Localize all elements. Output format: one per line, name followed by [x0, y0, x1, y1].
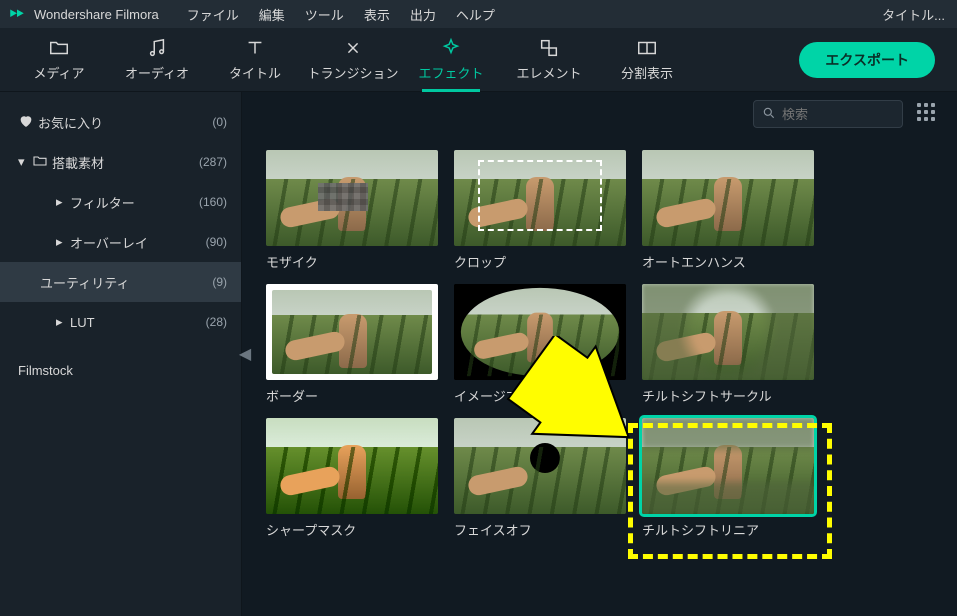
effect-caption: シャープマスク	[266, 520, 444, 539]
effect-caption: クロップ	[454, 252, 632, 271]
effect-item-autoenhance[interactable]: オートエンハンス	[642, 150, 820, 284]
effects-grid: モザイク クロップ オートエンハンス ボーダー イメージマ... チルトシフトサ	[242, 136, 957, 616]
effect-caption: ボーダー	[266, 386, 444, 405]
effect-caption: イメージマ...	[454, 386, 632, 405]
sidebar-item-label: フィルター	[70, 193, 199, 212]
tab-element[interactable]: エレメント	[502, 30, 596, 90]
effect-thumbnail	[642, 418, 814, 514]
effect-thumbnail	[454, 418, 626, 514]
grid-view-icon[interactable]	[917, 103, 939, 125]
sidebar-item-count: (287)	[199, 155, 227, 169]
effect-caption: チルトシフトサークル	[642, 386, 820, 405]
effect-item-imagemask[interactable]: イメージマ...	[454, 284, 632, 418]
tab-label: エフェクト	[418, 63, 483, 82]
sidebar-item-filmstock[interactable]: Filmstock	[0, 350, 241, 390]
tab-label: メディア	[33, 63, 84, 82]
sidebar-item-label: ユーティリティ	[40, 273, 212, 292]
effect-thumbnail	[266, 150, 438, 246]
effect-item-tiltlinear[interactable]: チルトシフトリニア	[642, 418, 820, 552]
app-name: Wondershare Filmora	[34, 7, 159, 22]
tab-label: オーディオ	[125, 63, 189, 82]
export-button[interactable]: エクスポート	[799, 42, 935, 78]
effect-item-border[interactable]: ボーダー	[266, 284, 444, 418]
tab-audio[interactable]: オーディオ	[110, 30, 204, 90]
text-icon	[244, 37, 266, 59]
menubar: ファイル 編集 ツール 表示 出力 ヘルプ	[187, 5, 495, 24]
tab-label: タイトル	[229, 63, 281, 82]
effect-thumbnail	[454, 150, 626, 246]
sidebar-item-count: (0)	[212, 115, 227, 129]
sidebar-item-label: LUT	[70, 315, 206, 330]
tab-transition[interactable]: トランジション	[306, 30, 400, 90]
sidebar-item-lut[interactable]: ▸ LUT (28)	[0, 302, 241, 342]
split-view-icon	[636, 37, 658, 59]
tab-media[interactable]: メディア	[12, 30, 106, 90]
app-logo-icon	[8, 5, 26, 23]
search-box[interactable]	[753, 100, 903, 128]
sidebar-item-label: オーバーレイ	[70, 233, 206, 252]
menu-view[interactable]: 表示	[364, 5, 390, 24]
effects-toolbar	[242, 92, 957, 136]
sidebar-item-filter[interactable]: ▸ フィルター (160)	[0, 182, 241, 222]
folder-icon	[32, 153, 52, 172]
effect-caption: チルトシフトリニア	[642, 520, 820, 539]
sidebar-item-favorites[interactable]: お気に入り (0)	[0, 102, 241, 142]
main-pane: モザイク クロップ オートエンハンス ボーダー イメージマ... チルトシフトサ	[242, 92, 957, 616]
music-note-icon	[146, 37, 168, 59]
sidebar-item-utility[interactable]: ユーティリティ (9)	[0, 262, 241, 302]
chevron-right-icon: ▸	[56, 234, 70, 250]
menu-help[interactable]: ヘルプ	[456, 5, 495, 24]
sidebar-item-count: (28)	[206, 315, 227, 329]
menu-output[interactable]: 出力	[410, 5, 436, 24]
tab-label: 分割表示	[621, 63, 673, 82]
effect-caption: オートエンハンス	[642, 252, 820, 271]
menu-tools[interactable]: ツール	[305, 5, 344, 24]
sidebar-item-label: お気に入り	[38, 113, 212, 132]
chevron-right-icon: ▸	[56, 314, 70, 330]
effect-thumbnail	[266, 418, 438, 514]
sidebar: お気に入り (0) ▾ 搭載素材 (287) ▸ フィルター (160) ▸ オ…	[0, 92, 242, 616]
effect-thumbnail	[266, 284, 438, 380]
sidebar-item-builtin[interactable]: ▾ 搭載素材 (287)	[0, 142, 241, 182]
menu-edit[interactable]: 編集	[259, 5, 285, 24]
effect-caption: フェイスオフ	[454, 520, 632, 539]
effect-item-crop[interactable]: クロップ	[454, 150, 632, 284]
effect-item-faceoff[interactable]: フェイスオフ	[454, 418, 632, 552]
effect-caption: モザイク	[266, 252, 444, 271]
search-input[interactable]	[782, 107, 882, 122]
menu-file[interactable]: ファイル	[187, 5, 239, 24]
folder-icon	[48, 37, 70, 59]
tab-title[interactable]: タイトル	[208, 30, 302, 90]
titlebar: Wondershare Filmora ファイル 編集 ツール 表示 出力 ヘル…	[0, 0, 957, 28]
effect-item-mosaic[interactable]: モザイク	[266, 150, 444, 284]
effect-thumbnail	[642, 150, 814, 246]
tab-label: トランジション	[307, 63, 398, 82]
shapes-icon	[538, 37, 560, 59]
transition-icon	[342, 37, 364, 59]
tab-label: エレメント	[516, 63, 581, 82]
chevron-right-icon: ▸	[56, 194, 70, 210]
effect-item-sharpen[interactable]: シャープマスク	[266, 418, 444, 552]
effect-thumbnail	[642, 284, 814, 380]
search-icon	[762, 106, 776, 123]
effect-thumbnail	[454, 284, 626, 380]
sidebar-item-count: (9)	[212, 275, 227, 289]
sidebar-item-label: 搭載素材	[52, 153, 199, 172]
sparkle-icon	[440, 37, 462, 59]
tab-effect[interactable]: エフェクト	[404, 30, 498, 90]
heart-icon	[18, 113, 38, 132]
effect-item-tiltcircle[interactable]: チルトシフトサークル	[642, 284, 820, 418]
content-area: お気に入り (0) ▾ 搭載素材 (287) ▸ フィルター (160) ▸ オ…	[0, 92, 957, 616]
sidebar-item-overlay[interactable]: ▸ オーバーレイ (90)	[0, 222, 241, 262]
chevron-down-icon: ▾	[18, 154, 32, 170]
project-title: タイトル...	[882, 5, 945, 24]
sidebar-item-count: (160)	[199, 195, 227, 209]
main-tabs: メディア オーディオ タイトル トランジション エフェクト エレメント 分割	[0, 28, 957, 92]
sidebar-item-count: (90)	[206, 235, 227, 249]
tab-split[interactable]: 分割表示	[600, 30, 694, 90]
sidebar-item-label: Filmstock	[18, 363, 227, 378]
